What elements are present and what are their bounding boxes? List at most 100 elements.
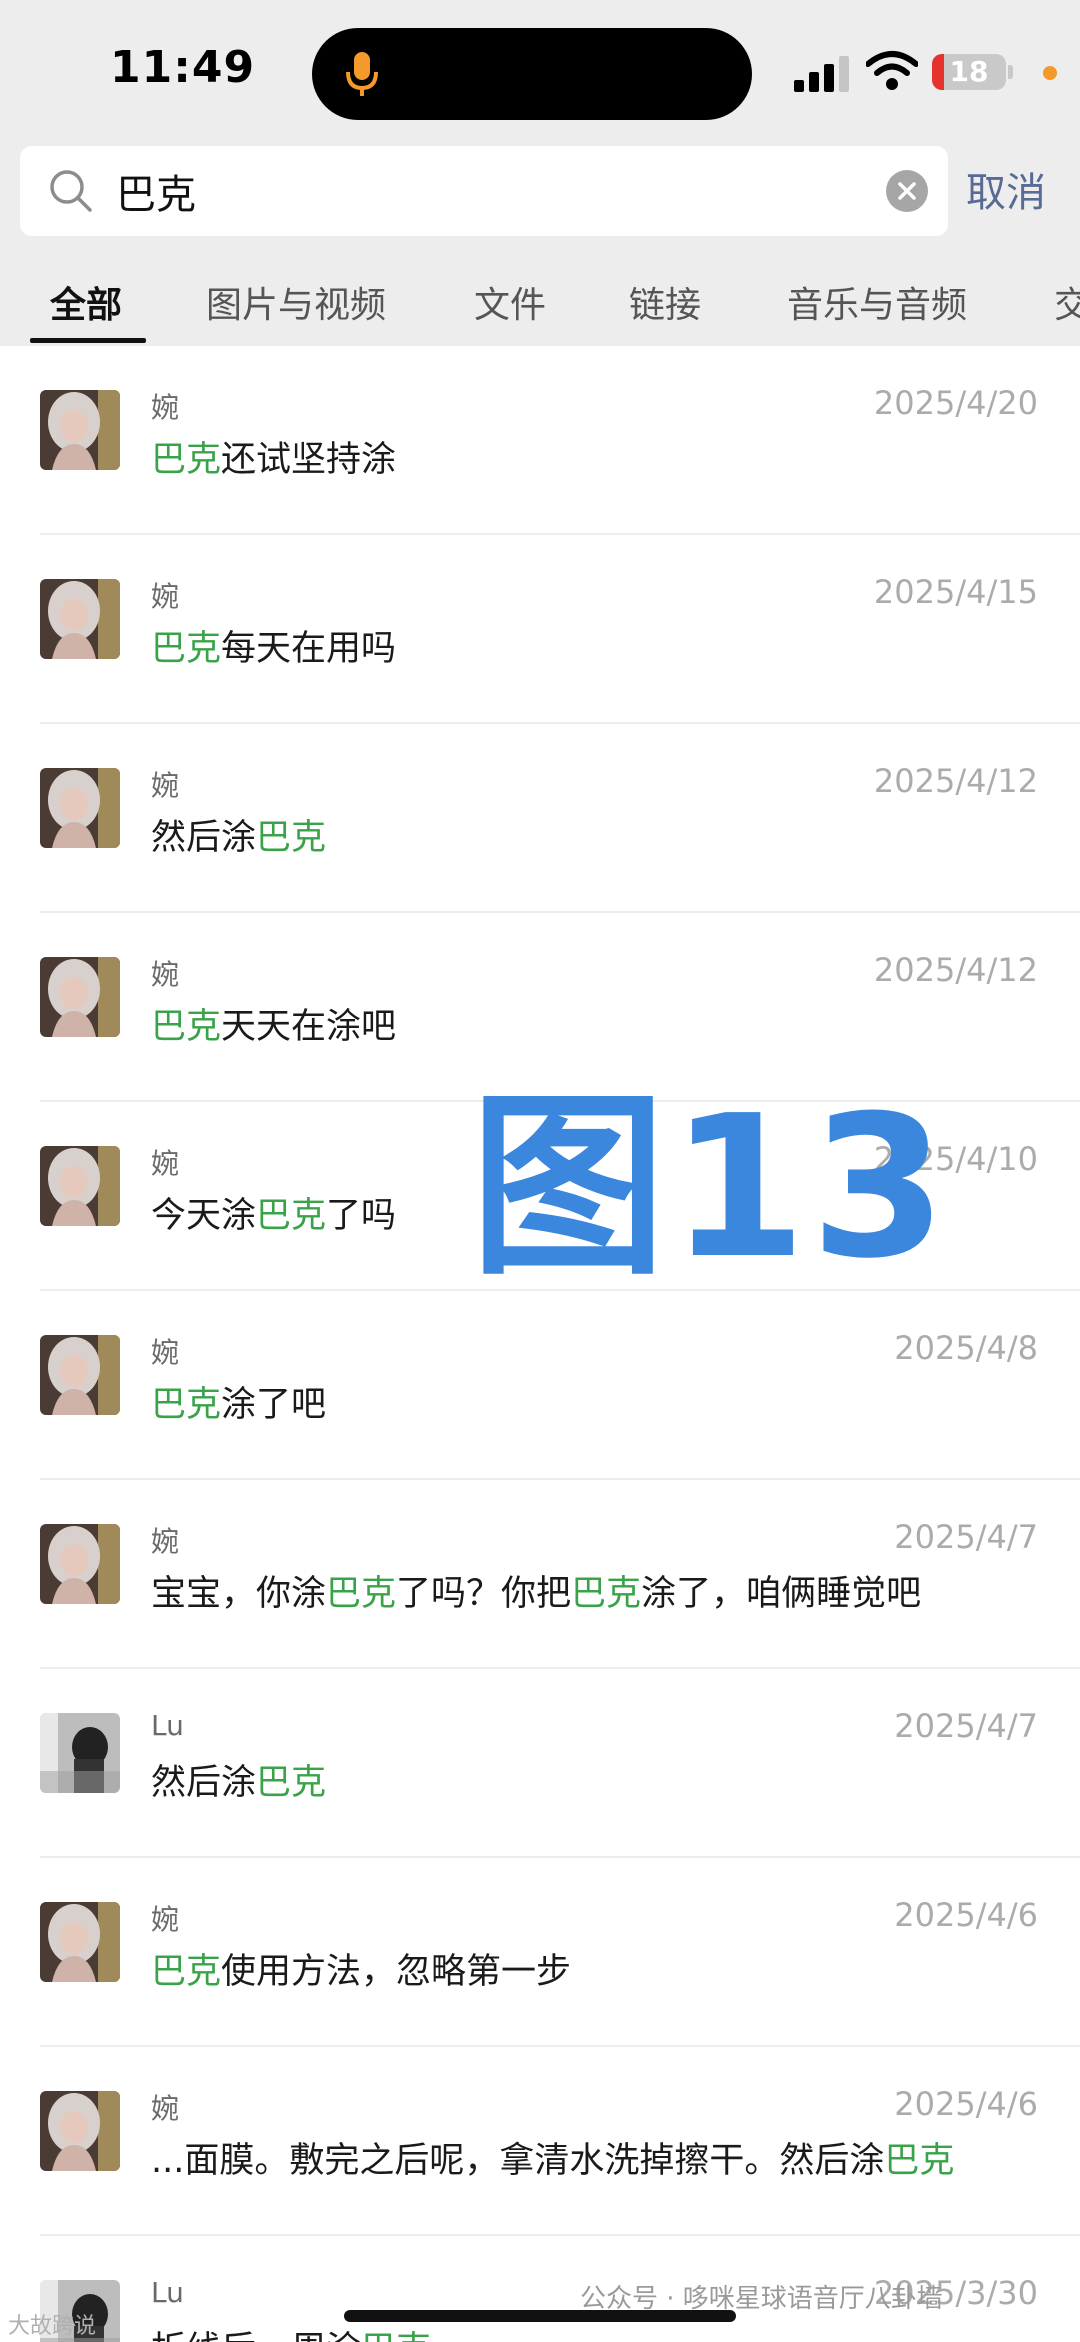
sender-name: 婉 <box>151 1147 180 1180</box>
sender-name: 婉 <box>151 1525 180 1558</box>
message-text: 折线后一周涂 <box>151 2330 361 2342</box>
message-snippet: 然后涂巴克 <box>151 809 326 860</box>
status-time: 11:49 <box>110 42 256 93</box>
avatar[interactable] <box>40 1713 120 1793</box>
message-text: 宝宝，你涂 <box>151 1574 327 1614</box>
message-snippet: 巴克还试坚持涂 <box>151 431 396 482</box>
message-date: 2025/4/12 <box>873 951 1038 989</box>
tab-images-videos[interactable]: 图片与视频 <box>206 276 386 328</box>
keyword-highlight: 巴克 <box>326 1574 397 1614</box>
avatar[interactable] <box>40 1524 120 1604</box>
sender-name: 婉 <box>151 391 180 424</box>
keyword-highlight: 巴克 <box>151 629 222 669</box>
avatar[interactable] <box>40 390 120 470</box>
message-date: 2025/4/12 <box>873 762 1038 800</box>
message-text: 了吗 <box>326 1196 397 1236</box>
tab-music-audio[interactable]: 音乐与音频 <box>787 276 967 328</box>
search-bar: 取消 <box>0 140 1080 250</box>
message-snippet: 巴克使用方法，忽略第一步 <box>151 1943 571 1994</box>
message-snippet: 今天涂巴克了吗 <box>151 1187 396 1238</box>
message-text: 还试坚持涂 <box>221 440 397 480</box>
list-item[interactable]: Lu 2025/4/7 然后涂巴克 <box>0 1669 1080 1858</box>
message-snippet: ...面膜。敷完之后呢，拿清水洗掉擦干。然后涂巴克 <box>151 2132 954 2183</box>
avatar[interactable] <box>40 1335 120 1415</box>
keyword-highlight: 巴克 <box>361 2330 431 2342</box>
message-snippet: 巴克每天在用吗 <box>151 620 396 671</box>
message-snippet: 然后涂巴克 <box>151 1754 326 1805</box>
message-text: 涂了，咱俩睡觉吧 <box>641 1574 922 1614</box>
microphone-icon <box>346 52 378 96</box>
avatar[interactable] <box>40 957 120 1037</box>
message-snippet: 折线后一周涂巴克 <box>151 2321 431 2342</box>
home-indicator[interactable] <box>344 2310 736 2322</box>
message-date: 2025/4/7 <box>894 1518 1038 1556</box>
cellular-signal-icon <box>794 56 849 92</box>
active-tab-indicator <box>30 338 146 343</box>
search-input[interactable] <box>116 156 876 226</box>
cancel-button[interactable]: 取消 <box>966 160 1046 218</box>
avatar[interactable] <box>40 1146 120 1226</box>
list-item[interactable]: 婉 2025/4/7 宝宝，你涂巴克了吗？你把巴克涂了，咱俩睡觉吧 <box>0 1480 1080 1669</box>
message-snippet: 巴克天天在涂吧 <box>151 998 396 1049</box>
list-item[interactable]: 婉 2025/4/8 巴克涂了吧 <box>0 1291 1080 1480</box>
tab-files[interactable]: 文件 <box>474 276 546 328</box>
list-item[interactable]: 婉 2025/4/12 然后涂巴克 <box>0 724 1080 913</box>
status-bar: 11:49 18 <box>0 0 1080 140</box>
keyword-highlight: 巴克 <box>151 440 222 480</box>
message-text: 然后涂 <box>151 1763 257 1803</box>
battery-indicator: 18 <box>932 54 1006 90</box>
message-text: 然后涂 <box>151 818 257 858</box>
avatar[interactable] <box>40 579 120 659</box>
clear-search-icon[interactable] <box>886 170 928 212</box>
list-item[interactable]: 婉 2025/4/15 巴克每天在用吗 <box>0 535 1080 724</box>
keyword-highlight: 巴克 <box>151 1007 222 1047</box>
keyword-highlight: 巴克 <box>571 1574 642 1614</box>
keyword-highlight: 巴克 <box>151 1385 222 1425</box>
message-text: 每天在用吗 <box>221 629 397 669</box>
avatar[interactable] <box>40 1902 120 1982</box>
message-snippet: 巴克涂了吧 <box>151 1376 326 1427</box>
message-date: 2025/4/7 <box>894 1707 1038 1745</box>
keyword-highlight: 巴克 <box>884 2141 955 2181</box>
dynamic-island[interactable] <box>312 28 752 120</box>
avatar[interactable] <box>40 2091 120 2171</box>
sender-name: Lu <box>151 2276 184 2309</box>
message-date: 2025/4/20 <box>873 384 1038 422</box>
search-icon <box>50 170 92 212</box>
message-text: ...面膜。敷完之后呢，拿清水洗掉擦干。然后涂 <box>151 2141 885 2181</box>
sender-name: 婉 <box>151 1903 180 1936</box>
keyword-highlight: 巴克 <box>256 1763 327 1803</box>
message-text: 了吗？你把 <box>396 1574 572 1614</box>
avatar[interactable] <box>40 768 120 848</box>
message-date: 2025/4/6 <box>894 1896 1038 1934</box>
sender-name: Lu <box>151 1709 184 1742</box>
message-text: 天天在涂吧 <box>221 1007 397 1047</box>
wifi-icon <box>866 51 918 90</box>
message-text: 今天涂 <box>151 1196 257 1236</box>
tab-more[interactable]: 交 <box>1054 276 1080 328</box>
message-date: 2025/4/6 <box>894 2085 1038 2123</box>
list-item[interactable]: 婉 2025/4/20 巴克还试坚持涂 <box>0 346 1080 535</box>
message-text: 使用方法，忽略第一步 <box>221 1952 572 1992</box>
sender-name: 婉 <box>151 580 180 613</box>
message-date: 2025/4/8 <box>894 1329 1038 1367</box>
sender-name: 婉 <box>151 769 180 802</box>
sender-name: 婉 <box>151 2092 180 2125</box>
list-item[interactable]: 婉 2025/4/6 巴克使用方法，忽略第一步 <box>0 1858 1080 2047</box>
message-snippet: 宝宝，你涂巴克了吗？你把巴克涂了，咱俩睡觉吧 <box>151 1565 921 1616</box>
sender-name: 婉 <box>151 1336 180 1369</box>
list-item[interactable]: 婉 2025/4/6 ...面膜。敷完之后呢，拿清水洗掉擦干。然后涂巴克 <box>0 2047 1080 2236</box>
corner-watermark: 大故跨说 <box>8 2314 97 2339</box>
overlay-figure-label: 图13 <box>470 1074 951 1302</box>
keyword-highlight: 巴克 <box>151 1952 222 1992</box>
battery-tip <box>1008 65 1013 79</box>
message-date: 2025/4/15 <box>873 573 1038 611</box>
privacy-indicator-dot <box>1043 66 1057 80</box>
keyword-highlight: 巴克 <box>256 1196 327 1236</box>
filter-tabs: 全部 图片与视频 文件 链接 音乐与音频 交 <box>0 250 1080 346</box>
message-text: 涂了吧 <box>221 1385 327 1425</box>
search-box[interactable] <box>20 146 948 236</box>
keyword-highlight: 巴克 <box>256 818 327 858</box>
tab-links[interactable]: 链接 <box>629 276 701 328</box>
tab-all[interactable]: 全部 <box>50 276 122 328</box>
